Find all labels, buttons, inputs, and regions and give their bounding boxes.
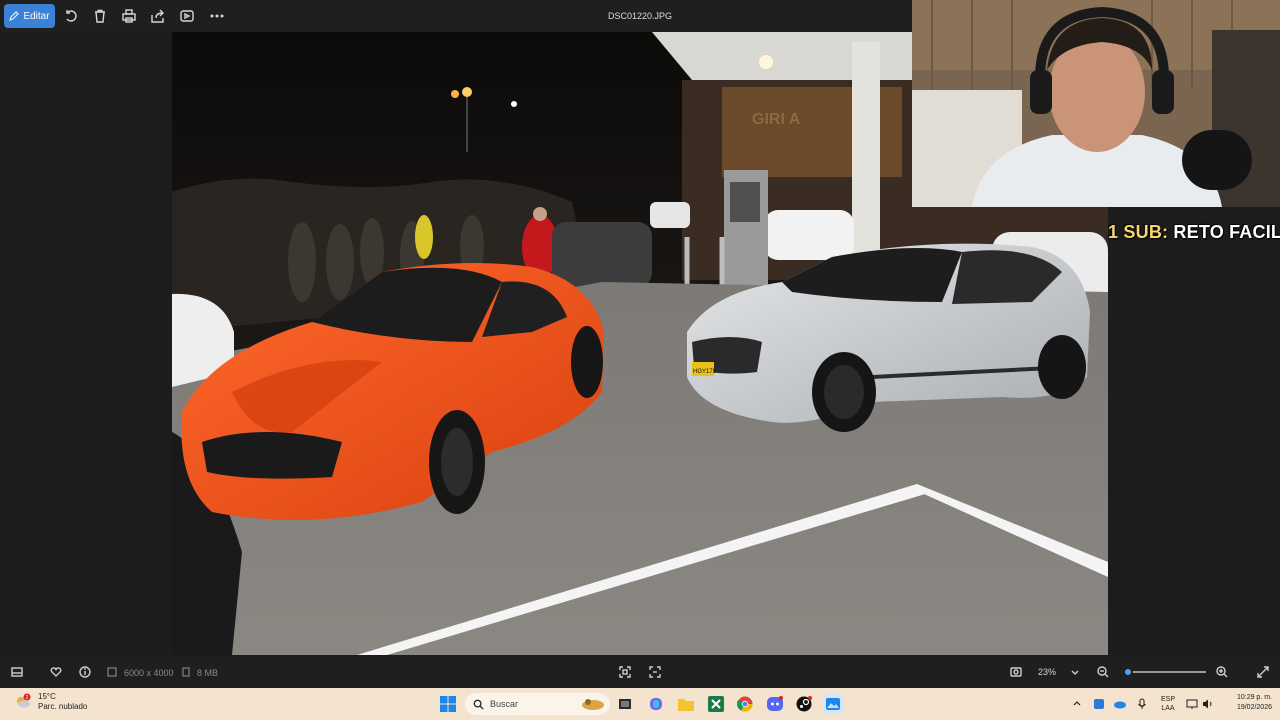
weather-widget[interactable]: 2 15°C Parc. nublado bbox=[14, 692, 87, 712]
image-dimensions: 6000 x 4000 bbox=[124, 668, 174, 678]
fullscreen-icon[interactable] bbox=[1255, 664, 1271, 680]
top-toolbar: Editar DSC01220.JPG bbox=[0, 0, 912, 32]
windows-taskbar bbox=[0, 688, 1280, 720]
sub-goal-prefix: 1 SUB: bbox=[1108, 222, 1169, 242]
clock-date: 19/02/2026 bbox=[1236, 704, 1272, 711]
streamer-webcam bbox=[912, 0, 1280, 207]
chevron-down-icon[interactable] bbox=[1067, 664, 1083, 680]
share-icon[interactable] bbox=[150, 8, 166, 24]
tray-app-icon[interactable] bbox=[1091, 694, 1107, 714]
system-clock[interactable]: 10:29 p. m. 19/02/2026 bbox=[1222, 693, 1272, 713]
webcam-overlay bbox=[912, 0, 1280, 207]
search-highlight-icon bbox=[582, 699, 604, 710]
onedrive-icon[interactable] bbox=[1112, 694, 1128, 714]
bottom-status-bar: 6000 x 4000 8 MB 23% bbox=[0, 656, 1280, 688]
station-sign-text: GIRI A bbox=[752, 111, 801, 128]
keyboard-layout[interactable]: LAA bbox=[1156, 704, 1180, 713]
file-size: 8 MB bbox=[197, 668, 219, 678]
zoom-in-icon[interactable] bbox=[1214, 664, 1230, 680]
rotate-icon[interactable] bbox=[63, 8, 79, 24]
language-code[interactable]: ESP bbox=[1156, 695, 1180, 704]
file-size-icon bbox=[178, 664, 194, 680]
slideshow-icon[interactable] bbox=[179, 8, 195, 24]
task-view-icon[interactable] bbox=[615, 694, 635, 714]
volume-icon[interactable] bbox=[1200, 694, 1216, 714]
start-windows-icon[interactable] bbox=[438, 694, 458, 714]
svg-text:2: 2 bbox=[26, 695, 29, 701]
file-name-title: DSC01220.JPG bbox=[607, 11, 673, 21]
search-placeholder: Buscar bbox=[490, 699, 519, 709]
weather-temperature: 15°C bbox=[38, 692, 56, 701]
sub-goal-text: RETO FACIL bbox=[1173, 222, 1280, 242]
print-icon[interactable] bbox=[121, 8, 137, 24]
weather-cloud-icon: 2 bbox=[14, 693, 32, 711]
favorite-heart-icon[interactable] bbox=[48, 664, 64, 680]
weather-description: Parc. nublado bbox=[38, 702, 88, 711]
photos-app-icon[interactable] bbox=[823, 694, 843, 714]
steam-icon[interactable] bbox=[794, 694, 814, 714]
edit-pencil-icon bbox=[9, 11, 20, 21]
sub-goal-overlay: 1 SUB: RETO FACIL bbox=[1108, 222, 1280, 243]
taskbar-search-box[interactable]: Buscar bbox=[465, 693, 610, 715]
edit-button[interactable]: Editar bbox=[4, 4, 55, 28]
discord-icon[interactable] bbox=[765, 694, 785, 714]
copilot-icon[interactable] bbox=[646, 694, 666, 714]
screenshot-icon[interactable] bbox=[1008, 664, 1024, 680]
delete-icon[interactable] bbox=[92, 8, 108, 24]
microphone-icon[interactable] bbox=[1134, 694, 1150, 714]
dimensions-icon bbox=[104, 664, 120, 680]
chrome-icon[interactable] bbox=[735, 694, 755, 714]
more-options-icon[interactable] bbox=[209, 8, 225, 24]
actual-size-icon[interactable] bbox=[647, 664, 663, 680]
zoom-level-value[interactable]: 23% bbox=[1038, 667, 1056, 677]
fit-to-window-icon[interactable] bbox=[617, 664, 633, 680]
file-explorer-icon[interactable] bbox=[676, 694, 696, 714]
edit-button-label: Editar bbox=[23, 10, 50, 22]
excel-icon[interactable] bbox=[706, 694, 726, 714]
clock-time: 10:29 p. m. bbox=[1236, 694, 1272, 701]
filmstrip-icon[interactable] bbox=[9, 664, 25, 680]
zoom-out-icon[interactable] bbox=[1095, 664, 1111, 680]
chevron-up-icon[interactable] bbox=[1070, 694, 1084, 714]
info-icon[interactable] bbox=[77, 664, 93, 680]
network-icon[interactable] bbox=[1184, 694, 1200, 714]
license-plate-text: HGY178 bbox=[693, 369, 717, 375]
zoom-slider-track[interactable] bbox=[1124, 671, 1206, 673]
search-icon bbox=[473, 699, 484, 710]
